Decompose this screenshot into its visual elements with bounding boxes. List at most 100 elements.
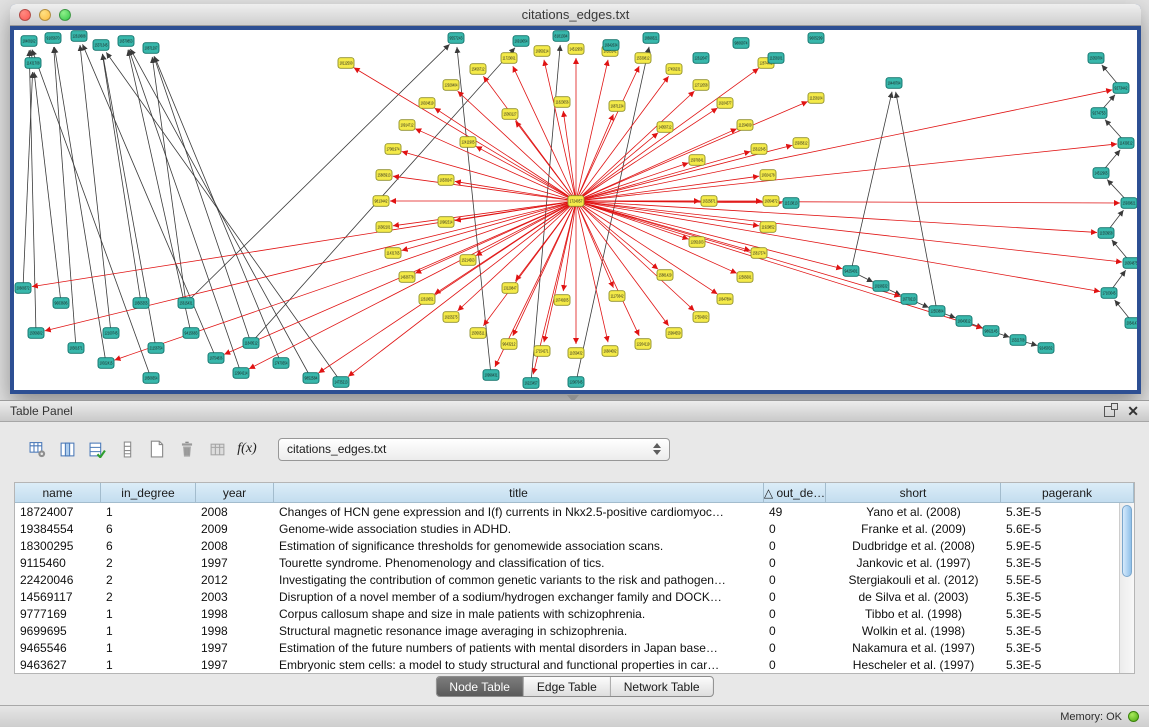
graph-node-label: 10647894 (719, 297, 732, 302)
minimize-window-button[interactable] (39, 9, 51, 21)
table-cell: 2008 (196, 539, 274, 553)
column-header[interactable]: short (826, 483, 1001, 503)
column-header[interactable]: in_degree (101, 483, 196, 503)
table-cell: Changes of HCN gene expression and I(f) … (274, 505, 764, 519)
table-row[interactable]: 1830029562008Estimation of significance … (15, 537, 1119, 554)
table-cell: Estimation of the future numbers of pati… (274, 641, 764, 655)
dropdown-arrows-icon (653, 443, 661, 455)
table-tabs: Node Table Edge Table Network Table (435, 676, 713, 697)
window-titlebar[interactable]: citations_edges.txt (10, 4, 1141, 26)
graph-node-label: 15056511 (472, 331, 485, 336)
delete-column-button[interactable] (172, 436, 202, 462)
graph-edge (457, 47, 491, 375)
graph-node-label: 17470354 (275, 361, 288, 366)
graph-node-label: 16919054 (515, 39, 528, 44)
column-header[interactable]: title (274, 483, 764, 503)
graph-edge (23, 72, 33, 288)
graph-node-label: 12204119 (637, 342, 650, 347)
graph-node-label: 11254609 (739, 123, 752, 128)
table-cell: 5.3E-5 (1001, 607, 1119, 621)
graph-node-label: 19448794 (888, 81, 901, 86)
graph-node-label: 15817374 (753, 251, 766, 256)
graph-node-label: 16382101 (378, 225, 391, 230)
graph-edge (45, 201, 576, 331)
show-columns-button[interactable] (52, 436, 82, 462)
graph-node-label: 12964214 (235, 371, 248, 376)
graph-node-label: 16538247 (440, 178, 453, 183)
graph-node-label: 14735213 (335, 380, 348, 385)
graph-node-label: 11431708 (27, 61, 40, 66)
graph-node-label: 14512958 (570, 47, 583, 52)
table-row[interactable]: 1938455462009Genome-wide association stu… (15, 520, 1119, 537)
column-header[interactable]: year (196, 483, 274, 503)
table-row[interactable]: 946554611997Estimation of the future num… (15, 639, 1119, 656)
table-row[interactable]: 1872400712008Changes of HCN gene express… (15, 503, 1119, 520)
table-cell: 1997 (196, 556, 274, 570)
graph-node-label: 15056602 (30, 331, 43, 336)
close-window-button[interactable] (19, 9, 31, 21)
table-row[interactable]: 977716911998Corpus callosum shape and si… (15, 605, 1119, 622)
new-column-button[interactable] (142, 436, 172, 462)
graph-node-label: 12087645 (570, 380, 583, 385)
table-cell: 5.3E-5 (1001, 556, 1119, 570)
scrollbar-thumb[interactable] (1122, 505, 1132, 577)
tab-node-table[interactable]: Node Table (436, 677, 523, 696)
column-header[interactable]: name (15, 483, 101, 503)
select-rows-button[interactable] (82, 436, 112, 462)
table-row[interactable]: 969969511998Structural magnetic resonanc… (15, 622, 1119, 639)
table-cell: Investigating the contribution of common… (274, 573, 764, 587)
column-header[interactable]: pagerank (1001, 483, 1134, 503)
graph-node-label: 15612345 (753, 147, 766, 152)
graph-edge (80, 45, 111, 333)
graph-node-label: 16024819 (421, 101, 434, 106)
table-toolbar: f(x) citations_edges.txt (0, 422, 1149, 462)
function-builder-button[interactable]: f(x) (232, 436, 262, 462)
node-table: namein_degreeyeartitle△ out_de…shortpage… (14, 482, 1135, 674)
graph-node-label: 20541472 (1127, 321, 1138, 326)
table-cell: Tourette syndrome. Phenomenology and cla… (274, 556, 764, 570)
tab-edge-table[interactable]: Edge Table (523, 677, 610, 696)
table-cell: Embryonic stem cells: a model to study s… (274, 658, 764, 672)
table-cell: 5.3E-5 (1001, 624, 1119, 638)
graph-node-label: 14056712 (659, 125, 672, 130)
table-cell: Stergiakouli et al. (2012) (826, 573, 1001, 587)
graph-node-label: 16779213 (903, 297, 916, 302)
table-cell: 1998 (196, 607, 274, 621)
graph-node-label: 18508354 (145, 376, 158, 381)
column-header[interactable]: △ out_de… (764, 483, 826, 503)
network-canvas[interactable]: 1724057160548721192985215817374125956911… (14, 30, 1137, 390)
memory-ok-indicator (1128, 711, 1139, 722)
table-cell: Estimation of significance thresholds fo… (274, 539, 764, 553)
zoom-window-button[interactable] (59, 9, 71, 21)
table-row[interactable]: 1456911722003Disruption of a novel membe… (15, 588, 1119, 605)
table-cell: Disruption of a novel member of a sodium… (274, 590, 764, 604)
float-panel-icon[interactable] (1104, 406, 1115, 417)
table-cell: Franke et al. (2009) (826, 522, 1001, 536)
table-cell: 5.5E-5 (1001, 573, 1119, 587)
table-cell: 18300295 (15, 539, 101, 553)
table-cell: 2 (101, 556, 196, 570)
graph-edge (896, 92, 937, 311)
table-row[interactable]: 2242004622012Investigating the contribut… (15, 571, 1119, 588)
graph-node-label: 8181304 (555, 34, 568, 39)
graph-node-label: 15615431 (180, 301, 193, 306)
row-height-button[interactable] (112, 436, 142, 462)
graph-node-label: 9425401 (845, 269, 858, 274)
table-cell: 18724007 (15, 505, 101, 519)
table-row[interactable]: 946362711997Embryonic stem cells: a mode… (15, 656, 1119, 673)
table-select-dropdown[interactable]: citations_edges.txt (278, 438, 670, 461)
import-table-button[interactable] (202, 436, 232, 462)
graph-node-label: 11431765 (387, 251, 400, 256)
graph-edge (576, 201, 1122, 262)
graph-node-label: 10871297 (145, 46, 158, 51)
table-cell: 49 (764, 505, 826, 519)
close-panel-icon[interactable]: ✕ (1127, 403, 1139, 420)
table-scrollbar[interactable] (1119, 503, 1134, 673)
graph-node-label: 16604092 (604, 349, 617, 354)
graph-node-label: 12612047 (695, 56, 708, 61)
table-row[interactable]: 911546021997Tourette syndrome. Phenomeno… (15, 554, 1119, 571)
table-cell: 9465546 (15, 641, 101, 655)
change-table-mode-button[interactable] (22, 436, 52, 462)
table-cell: 2008 (196, 505, 274, 519)
tab-network-table[interactable]: Network Table (610, 677, 713, 696)
